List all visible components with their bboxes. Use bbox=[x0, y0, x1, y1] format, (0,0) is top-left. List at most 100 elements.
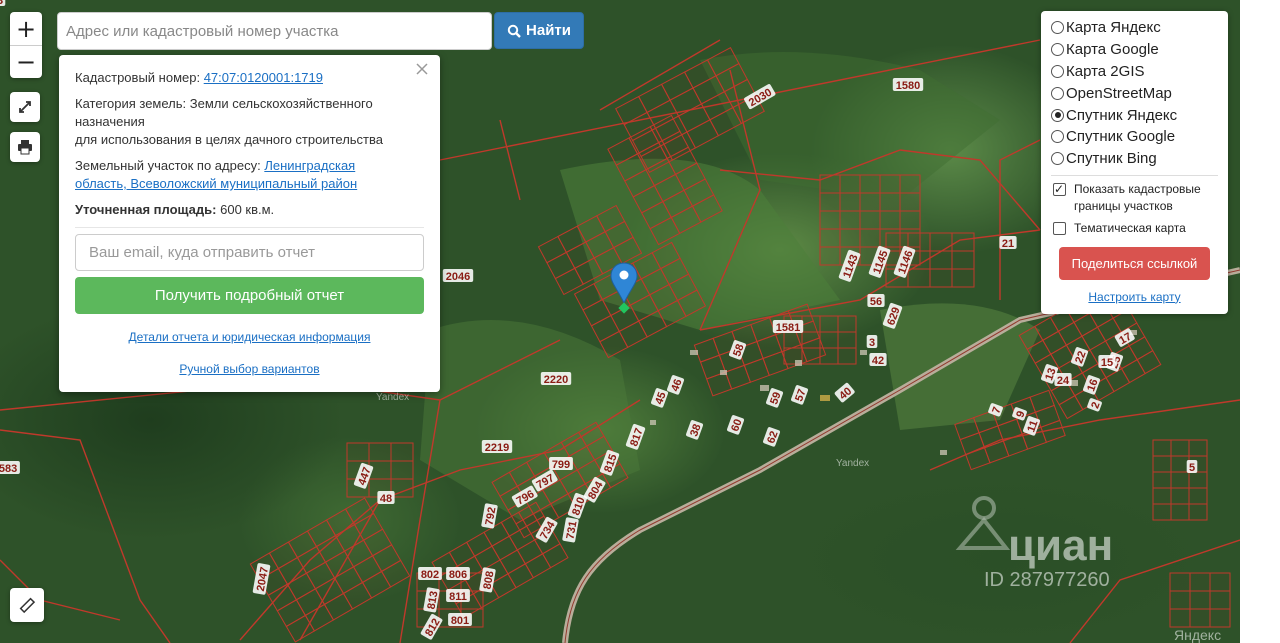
parcel-number-label: 5 bbox=[1189, 462, 1195, 474]
details-link-wrap: Детали отчета и юридическая информация bbox=[75, 328, 424, 346]
layer-option-yandex-satellite[interactable]: Спутник Яндекс bbox=[1051, 104, 1218, 126]
parcel bbox=[859, 192, 881, 212]
radio-button[interactable] bbox=[1051, 130, 1064, 144]
fullscreen-button[interactable] bbox=[10, 92, 40, 122]
parcel bbox=[879, 210, 901, 230]
parcel-number-label: 1580 bbox=[896, 80, 920, 92]
layer-option-yandex-map[interactable]: Карта Яндекс bbox=[1051, 17, 1218, 39]
parcel bbox=[346, 442, 370, 462]
area-row: Уточненная площадь: 600 кв.м. bbox=[75, 201, 424, 219]
category-value: назначения bbox=[75, 114, 145, 129]
layer-option-google-map[interactable]: Карта Google bbox=[1051, 39, 1218, 61]
divider bbox=[75, 227, 424, 228]
parcel bbox=[1170, 471, 1190, 489]
parcel bbox=[859, 174, 881, 194]
radio-button[interactable] bbox=[1051, 43, 1064, 57]
parcel bbox=[839, 228, 861, 248]
parcel-number-label: 1581 bbox=[776, 322, 800, 334]
checkbox-checked[interactable] bbox=[1053, 181, 1066, 198]
checkbox[interactable] bbox=[1053, 221, 1066, 235]
address-link[interactable]: область, Всеволожский муниципальный райо… bbox=[75, 176, 357, 191]
parcel bbox=[929, 268, 953, 288]
ruler-button[interactable] bbox=[10, 588, 44, 622]
get-report-button[interactable]: Получить подробный отчет bbox=[75, 277, 424, 314]
close-icon[interactable] bbox=[414, 61, 430, 77]
parcel bbox=[390, 460, 414, 480]
parcel-number-label: 48 bbox=[380, 493, 392, 505]
radio-button[interactable] bbox=[1051, 21, 1064, 35]
parcel bbox=[951, 268, 975, 288]
parcel bbox=[819, 174, 841, 194]
zoom-control: + − bbox=[10, 12, 42, 78]
email-field[interactable] bbox=[75, 234, 424, 271]
category-value: для использования в целях дачного строит… bbox=[75, 132, 384, 147]
radio-button[interactable] bbox=[1051, 64, 1064, 78]
zoom-out-button[interactable]: − bbox=[10, 45, 42, 78]
parcel bbox=[1189, 572, 1211, 592]
address-link[interactable]: Ленинградская bbox=[264, 158, 355, 173]
thematic-map-option[interactable]: Тематическая карта bbox=[1051, 220, 1218, 237]
area-value: 600 кв.м. bbox=[220, 202, 275, 217]
layer-option-label: Карта Google bbox=[1066, 41, 1159, 59]
print-button[interactable] bbox=[10, 132, 40, 162]
map-edge bbox=[1240, 0, 1280, 643]
layer-option-osm[interactable]: OpenStreetMap bbox=[1051, 82, 1218, 104]
parcel bbox=[1169, 572, 1191, 592]
search-icon bbox=[507, 24, 521, 38]
radio-button[interactable] bbox=[1051, 86, 1064, 100]
parcel-info-popup: Кадастровый номер: 47:07:0120001:1719 Ка… bbox=[59, 55, 440, 392]
layer-option-2gis-map[interactable]: Карта 2GIS bbox=[1051, 61, 1218, 83]
parcel bbox=[859, 228, 881, 248]
parcel-number-label: 811 bbox=[449, 591, 467, 603]
parcel-number-label: 583 bbox=[0, 463, 17, 475]
layer-option-label: Спутник Яндекс bbox=[1066, 106, 1178, 124]
cadastral-label: Кадастровый номер: bbox=[75, 70, 201, 85]
layer-option-label: Спутник Google bbox=[1066, 128, 1176, 146]
parcel bbox=[907, 268, 931, 288]
ruler-icon bbox=[19, 597, 36, 614]
search-button[interactable]: Найти bbox=[494, 12, 584, 49]
manual-selection-link[interactable]: Ручной выбор вариантов bbox=[179, 360, 319, 378]
parcel-number-label: 24 bbox=[1057, 375, 1070, 387]
show-boundaries-option[interactable]: Показать кадастровые границы участков bbox=[1051, 181, 1218, 215]
layer-option-bing-satellite[interactable]: Спутник Bing bbox=[1051, 148, 1218, 170]
parcel bbox=[819, 192, 841, 212]
parcel bbox=[390, 442, 414, 462]
layer-option-label: Карта 2GIS bbox=[1066, 62, 1145, 80]
radio-button[interactable] bbox=[1051, 152, 1064, 166]
parcel bbox=[899, 210, 921, 230]
parcel bbox=[951, 232, 975, 252]
report-details-link[interactable]: Детали отчета и юридическая информация bbox=[129, 328, 371, 346]
parcel bbox=[819, 246, 841, 266]
parcel bbox=[801, 315, 821, 333]
parcel-number-label: 21 bbox=[1002, 238, 1014, 250]
parcel-number-label: 2220 bbox=[544, 374, 568, 386]
parcel-number-label: 56 bbox=[870, 296, 882, 308]
parcel bbox=[1170, 503, 1190, 521]
parcel-grid bbox=[1152, 439, 1208, 521]
search-button-label: Найти bbox=[526, 22, 571, 39]
provider-label: Yandex bbox=[376, 392, 409, 403]
parcel bbox=[1188, 439, 1208, 457]
parcel bbox=[819, 347, 839, 365]
parcel-number-label: 799 bbox=[552, 459, 570, 471]
category-label: Категория земель: bbox=[75, 96, 187, 111]
parcel bbox=[819, 228, 841, 248]
radio-button-selected[interactable] bbox=[1051, 108, 1064, 122]
parcel-number-label: 792 bbox=[483, 506, 498, 526]
parcel bbox=[879, 192, 901, 212]
search-input[interactable] bbox=[57, 12, 492, 50]
parcel-number-label: 801 bbox=[451, 615, 469, 627]
parcel-grid bbox=[1169, 572, 1231, 628]
layer-option-google-satellite[interactable]: Спутник Google bbox=[1051, 126, 1218, 148]
share-link-button[interactable]: Поделиться ссылкой bbox=[1059, 246, 1210, 280]
configure-map-link[interactable]: Настроить карту bbox=[1051, 290, 1218, 304]
parcel bbox=[1209, 590, 1231, 610]
parcel bbox=[1170, 439, 1190, 457]
cadastral-number-row: Кадастровый номер: 47:07:0120001:1719 bbox=[75, 69, 424, 87]
cadastral-number-link[interactable]: 47:07:0120001:1719 bbox=[204, 70, 323, 85]
zoom-in-button[interactable]: + bbox=[10, 12, 42, 45]
parcel bbox=[819, 210, 841, 230]
parcel-number-label: 2219 bbox=[485, 442, 509, 454]
watermark-id: ID 287977260 bbox=[984, 569, 1110, 591]
